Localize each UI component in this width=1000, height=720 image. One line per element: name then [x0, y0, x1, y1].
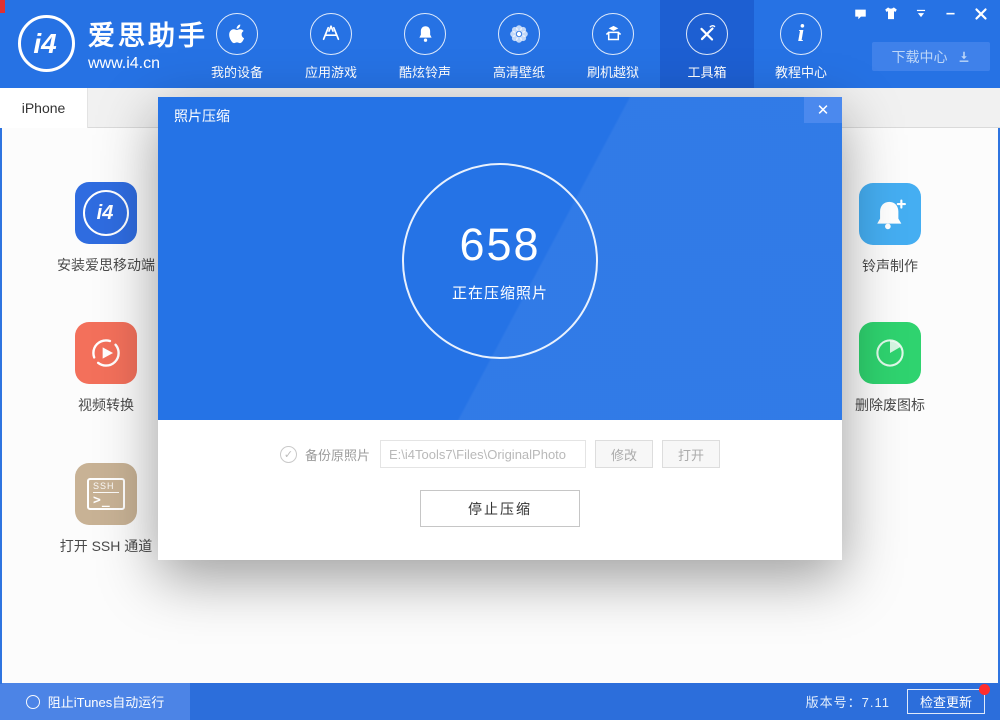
open-folder-button[interactable]: 打开: [662, 440, 720, 468]
header: i4 爱思助手 www.i4.cn 我的设备 应用游戏: [0, 0, 1000, 88]
tool-label: 删除废图标: [830, 395, 950, 415]
pie-clean-icon: [859, 322, 921, 384]
stop-compression-button[interactable]: 停止压缩: [420, 490, 580, 527]
download-center-label: 下载中心: [892, 47, 948, 67]
ringtone-bell-icon: [859, 183, 921, 245]
notification-dot: [979, 684, 990, 695]
feedback-button[interactable]: [849, 4, 872, 23]
nav-label: 刷机越狱: [587, 62, 639, 81]
radio-circle-icon: [26, 695, 40, 709]
check-update-button[interactable]: 检查更新: [907, 689, 985, 714]
backup-checkbox[interactable]: ✓: [280, 446, 297, 463]
box-icon: [592, 13, 634, 55]
info-icon: i: [780, 13, 822, 55]
nav-label: 高清壁纸: [493, 62, 545, 81]
backup-path-input[interactable]: [380, 440, 586, 468]
window-controls: [849, 4, 992, 23]
nav-item-my-devices[interactable]: 我的设备: [190, 0, 284, 88]
nav-label: 教程中心: [775, 62, 827, 81]
nav-item-apps-games[interactable]: 应用游戏: [284, 0, 378, 88]
tool-install-i4-mobile[interactable]: i4 安装爱思移动端: [46, 182, 166, 275]
tool-delete-junk-icons[interactable]: 删除废图标: [830, 322, 950, 415]
bell-icon: [404, 13, 446, 55]
ssh-terminal-icon: SSH >_: [75, 463, 137, 525]
dialog-close-icon[interactable]: ✕: [804, 97, 842, 123]
collapse-icon[interactable]: [909, 4, 932, 23]
nav-item-ringtones[interactable]: 酷炫铃声: [378, 0, 472, 88]
window-edge: [0, 128, 2, 684]
main-nav: 我的设备 应用游戏 酷炫铃声 高清壁纸: [190, 0, 848, 88]
progress-status-text: 正在压缩照片: [452, 282, 548, 303]
modify-path-button[interactable]: 修改: [595, 440, 653, 468]
progress-circle: 658 正在压缩照片: [402, 163, 598, 359]
dialog-title: 照片压缩: [174, 106, 230, 126]
video-convert-icon: [75, 322, 137, 384]
i4-logo-icon: i4: [18, 15, 75, 72]
nav-label: 应用游戏: [305, 62, 357, 81]
flower-icon: [498, 13, 540, 55]
download-icon: [957, 50, 971, 64]
nav-item-wallpapers[interactable]: 高清壁纸: [472, 0, 566, 88]
status-bar: 阻止iTunes自动运行 版本号：7.11 检查更新: [0, 683, 1000, 720]
tool-label: 铃声制作: [830, 256, 950, 276]
nav-item-jailbreak[interactable]: 刷机越狱: [566, 0, 660, 88]
tool-label: 打开 SSH 通道: [46, 536, 166, 556]
tool-label: 安装爱思移动端: [46, 255, 166, 275]
tab-iphone[interactable]: iPhone: [0, 88, 88, 128]
close-button[interactable]: [969, 4, 992, 23]
compressed-count: 658: [459, 219, 540, 271]
photo-compression-dialog: 照片压缩 ✕ 658 正在压缩照片 ✓ 备份原照片 修改 打开 停止压缩: [158, 97, 842, 560]
nav-label: 工具箱: [687, 62, 726, 81]
dialog-footer: ✓ 备份原照片 修改 打开 停止压缩: [158, 420, 842, 560]
tool-ringtone-maker[interactable]: 铃声制作: [830, 183, 950, 276]
download-center-button[interactable]: 下载中心: [872, 42, 990, 71]
version-label: 版本号：7.11: [806, 692, 890, 711]
block-itunes-toggle[interactable]: 阻止iTunes自动运行: [0, 683, 190, 720]
nav-label: 酷炫铃声: [399, 62, 451, 81]
app-window: i4 爱思助手 www.i4.cn 我的设备 应用游戏: [0, 0, 1000, 720]
tool-video-convert[interactable]: 视频转换: [46, 322, 166, 415]
nav-label: 我的设备: [211, 62, 263, 81]
tools-icon: [686, 13, 728, 55]
theme-button[interactable]: [879, 4, 902, 23]
compression-progress-panel: 照片压缩 ✕ 658 正在压缩照片: [158, 97, 842, 420]
i4-app-icon: i4: [75, 182, 137, 244]
tool-label: 视频转换: [46, 395, 166, 415]
block-itunes-label: 阻止iTunes自动运行: [48, 692, 165, 711]
minimize-button[interactable]: [939, 4, 962, 23]
corner-artifact: [0, 0, 5, 13]
tool-open-ssh[interactable]: SSH >_ 打开 SSH 通道: [46, 463, 166, 556]
app-logo[interactable]: i4 爱思助手 www.i4.cn: [18, 14, 208, 73]
apple-icon: [216, 13, 258, 55]
nav-item-toolbox[interactable]: 工具箱: [660, 0, 754, 88]
appstore-icon: [310, 13, 352, 55]
nav-item-tutorials[interactable]: i 教程中心: [754, 0, 848, 88]
backup-label: 备份原照片: [305, 445, 370, 464]
